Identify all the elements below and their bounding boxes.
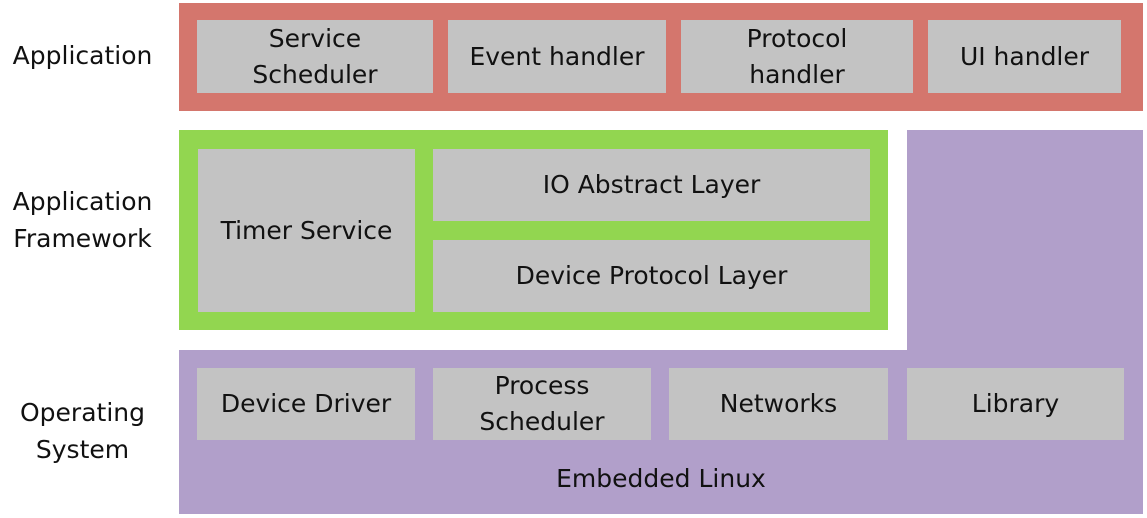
layer-label-framework: Application Framework (12, 187, 153, 253)
module-process-scheduler: Process Scheduler (433, 368, 651, 440)
module-timer-service: Timer Service (198, 149, 415, 312)
module-networks: Networks (669, 368, 888, 440)
module-io-abstract-layer: IO Abstract Layer (433, 149, 870, 221)
module-ui-handler: UI handler (928, 20, 1121, 93)
module-service-scheduler: Service Scheduler (197, 20, 433, 93)
module-protocol-handler: Protocol handler (681, 20, 913, 93)
os-layer-upper (907, 130, 1143, 352)
os-footer-embedded-linux: Embedded Linux (556, 464, 766, 493)
module-library: Library (907, 368, 1124, 440)
module-device-protocol-layer: Device Protocol Layer (433, 240, 870, 312)
module-device-driver: Device Driver (197, 368, 415, 440)
layer-label-os: Operating System (20, 398, 145, 464)
layer-label-application: Application (12, 41, 153, 70)
module-event-handler: Event handler (448, 20, 666, 93)
